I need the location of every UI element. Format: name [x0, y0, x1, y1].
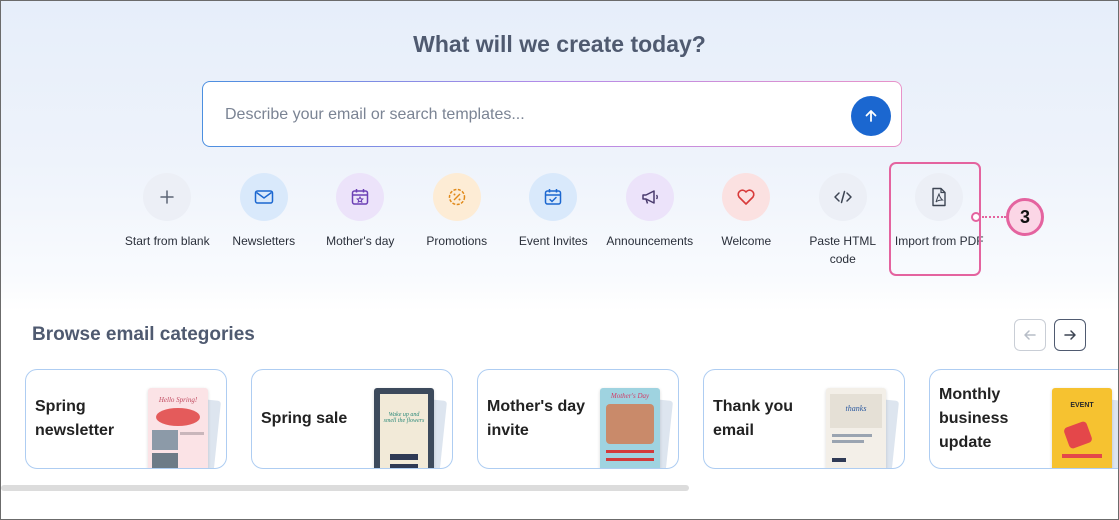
arrow-left-icon: [1024, 330, 1036, 340]
action-label: Welcome: [721, 234, 772, 248]
page-title: What will we create today?: [413, 31, 706, 57]
template-thumbnail: thanks: [826, 388, 886, 468]
thumb-flowers: [156, 408, 200, 426]
action-label: Paste HTML code: [809, 234, 877, 266]
arrow-right-icon: [1064, 330, 1076, 340]
action-label: Start from blank: [124, 234, 210, 248]
template-thumbnail: Hello Spring!: [148, 388, 208, 468]
action-circle: [818, 173, 867, 221]
search-input[interactable]: [225, 102, 825, 128]
action-label: Announcements: [606, 234, 694, 248]
thumb-line: [832, 434, 872, 437]
action-circle: [432, 173, 481, 221]
action-announcements[interactable]: Announcements: [602, 173, 699, 268]
horizontal-scrollbar[interactable]: [1, 485, 689, 491]
thumb-text: Wake up and smell the flowers: [383, 412, 425, 424]
action-label: Import from PDF: [894, 234, 984, 248]
carousel-prev-button[interactable]: [1014, 319, 1046, 351]
calendar-star-icon: [352, 189, 369, 205]
card-title: Spring sale: [261, 410, 348, 427]
action-circle: [529, 173, 578, 221]
thumb-button: [390, 454, 418, 460]
action-label: Event Invites: [518, 234, 588, 248]
category-card-spring-newsletter[interactable]: Spring newsletter Hello Spring!: [25, 369, 227, 469]
template-thumbnail: EVENT: [1052, 388, 1112, 468]
action-circle: [722, 173, 771, 221]
callout-step-badge: 3: [1006, 198, 1044, 236]
template-thumbnail: Mother's Day: [600, 388, 660, 468]
carousel-next-button[interactable]: [1054, 319, 1086, 351]
action-circle: [915, 173, 964, 221]
action-start-from-blank[interactable]: Start from blank: [119, 173, 216, 268]
thumb-text: EVENT: [1070, 402, 1094, 409]
action-circle: [625, 173, 674, 221]
action-label: Newsletters: [232, 234, 296, 248]
category-card-spring-sale[interactable]: Spring sale Wake up and smell the flower…: [251, 369, 453, 469]
browse-section-title: Browse email categories: [32, 324, 255, 345]
thumb-text: Hello Spring!: [158, 396, 198, 404]
action-promotions[interactable]: Promotions: [409, 173, 506, 268]
thumb-photo: [606, 404, 654, 444]
category-cards: Spring newsletter Hello Spring! Spring s…: [25, 369, 1118, 469]
thumb-line: [606, 450, 654, 453]
thumb-button: [390, 464, 418, 468]
megaphone-icon: [642, 190, 658, 204]
plus-icon: [160, 190, 174, 204]
action-welcome[interactable]: Welcome: [698, 173, 795, 268]
thumb-text: thanks: [845, 404, 867, 413]
action-circle: [336, 173, 385, 221]
thumb-button: [832, 458, 846, 462]
category-card-mothers-day-invite[interactable]: Mother's day invite Mother's Day: [477, 369, 679, 469]
thumb-line: [1062, 454, 1102, 458]
thumb-text: Mother's Day: [610, 392, 650, 400]
thumb-line: [180, 432, 204, 435]
category-card-thank-you-email[interactable]: Thank you email thanks: [703, 369, 905, 469]
action-circle: [239, 173, 288, 221]
heart-icon: [737, 189, 755, 205]
action-mothers-day[interactable]: Mother's day: [312, 173, 409, 268]
thumb-photo: [152, 430, 178, 450]
calendar-check-icon: [545, 189, 562, 205]
pdf-file-icon: [932, 187, 946, 207]
action-label: Promotions: [426, 234, 488, 248]
card-title: Monthly business update: [939, 386, 1009, 451]
card-title: Thank you email: [713, 398, 794, 439]
card-title: Mother's day invite: [487, 398, 586, 439]
submit-button[interactable]: [851, 96, 891, 136]
action-event-invites[interactable]: Event Invites: [505, 173, 602, 268]
thumb-line: [606, 458, 654, 461]
thumb-megaphone: [1062, 420, 1094, 450]
action-circle: [143, 173, 192, 221]
action-newsletters[interactable]: Newsletters: [216, 173, 313, 268]
quick-actions: Start from blank Newsletters Mother's da…: [119, 173, 988, 268]
discount-badge-icon: [448, 188, 465, 206]
action-paste-html-code[interactable]: Paste HTML code: [795, 173, 892, 268]
app-frame: What will we create today? Start from bl…: [0, 0, 1119, 520]
bottom-area: [1, 469, 1118, 519]
category-card-monthly-business-update[interactable]: Monthly business update EVENT: [929, 369, 1118, 469]
arrow-up-icon: [865, 110, 877, 122]
code-icon: [834, 190, 852, 204]
template-thumbnail: Wake up and smell the flowers: [374, 388, 434, 468]
action-label: Mother's day: [326, 234, 395, 248]
envelope-icon: [254, 190, 273, 204]
search-box-inner: [203, 82, 901, 146]
thumb-photo: [152, 453, 178, 468]
thumb-line: [832, 440, 864, 443]
search-box: [202, 81, 902, 147]
callout-dot: [971, 212, 981, 222]
callout-connector: [982, 216, 1006, 218]
card-title: Spring newsletter: [35, 398, 115, 439]
